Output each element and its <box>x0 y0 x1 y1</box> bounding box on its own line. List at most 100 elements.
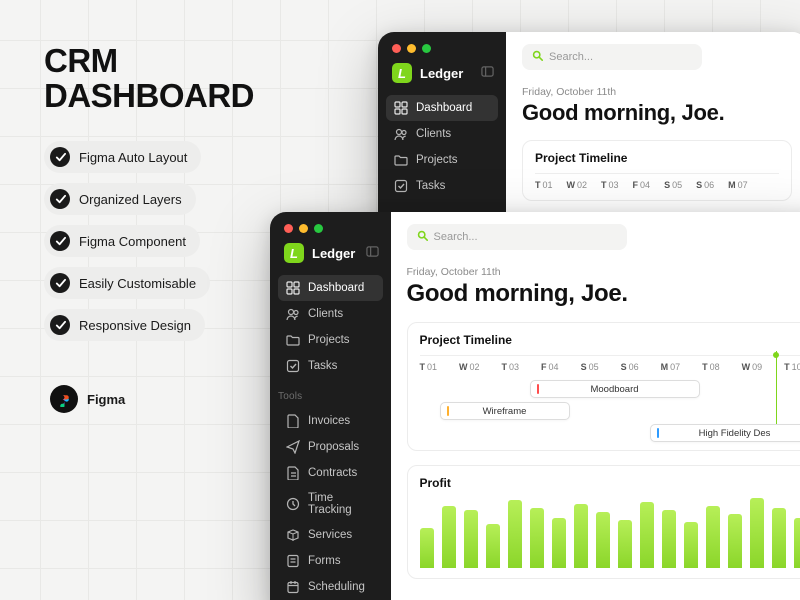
folder-icon <box>394 153 408 167</box>
feature-pill: Responsive Design <box>44 309 205 341</box>
feature-pill: Figma Auto Layout <box>44 141 201 173</box>
profit-bar <box>464 510 478 568</box>
brand-row: L Ledger <box>378 63 506 93</box>
sidebar-item-label: Clients <box>416 128 451 140</box>
sidebar-item-proposals[interactable]: Proposals <box>278 434 383 460</box>
box-icon <box>286 528 300 542</box>
axis-tick: F04 <box>541 362 559 372</box>
date-label: Friday, October 11th <box>522 86 792 98</box>
timeline-title: Project Timeline <box>420 333 800 347</box>
axis-tick: T08 <box>702 362 720 372</box>
check-icon <box>50 273 70 293</box>
sidebar-item-clients[interactable]: Clients <box>386 121 498 147</box>
sidebar-item-dashboard[interactable]: Dashboard <box>386 95 498 121</box>
sidebar-item-projects[interactable]: Projects <box>278 327 383 353</box>
timeline-bar-hifi[interactable]: High Fidelity Des <box>650 424 800 442</box>
profit-bar <box>794 518 800 568</box>
sidebar-item-dashboard[interactable]: Dashboard <box>278 275 383 301</box>
sidebar-item-label: Clients <box>308 308 343 320</box>
sidebar-item-label: Projects <box>416 154 458 166</box>
timeline-bar-moodboard[interactable]: Moodboard <box>530 380 700 398</box>
folder-icon <box>286 333 300 347</box>
promo-title: CRM DASHBOARD <box>44 44 304 113</box>
bar-label: Moodboard <box>590 384 638 395</box>
profit-bar <box>772 508 786 568</box>
axis-tick: W02 <box>459 362 480 372</box>
close-dot[interactable] <box>284 224 293 233</box>
profit-bar <box>684 522 698 568</box>
profit-bar <box>486 524 500 568</box>
users-icon <box>394 127 408 141</box>
promo-title-2: DASHBOARD <box>44 77 254 114</box>
profit-bar <box>574 504 588 568</box>
axis-tick: M07 <box>661 362 681 372</box>
timeline-card: Project Timeline T01W02T03F04S05S06M07T0… <box>407 322 800 451</box>
axis-tick: S05 <box>664 180 682 190</box>
search-placeholder: Search... <box>549 51 593 63</box>
timeline-card: Project Timeline T01W02T03F04S05S06M07 <box>522 140 792 201</box>
profit-bar <box>552 518 566 568</box>
feature-pill: Easily Customisable <box>44 267 210 299</box>
users-icon <box>286 307 300 321</box>
figma-icon <box>50 385 78 413</box>
sidebar-item-label: Time Tracking <box>308 492 375 516</box>
search-placeholder: Search... <box>434 231 478 243</box>
bar-label: Wireframe <box>483 406 527 417</box>
axis-tick: W02 <box>567 180 588 190</box>
panel-toggle-icon[interactable] <box>366 245 379 261</box>
sidebar-item-label: Services <box>308 529 352 541</box>
sidebar-item-forms[interactable]: Forms <box>278 548 383 574</box>
axis-tick: S06 <box>621 362 639 372</box>
feature-label: Easily Customisable <box>79 276 196 291</box>
timeline-bar-wireframe[interactable]: Wireframe <box>440 402 570 420</box>
profit-bar <box>442 506 456 568</box>
axis-tick: T01 <box>535 180 553 190</box>
axis-tick: S06 <box>696 180 714 190</box>
profit-bar <box>618 520 632 568</box>
max-dot[interactable] <box>422 44 431 53</box>
sidebar-item-label: Tasks <box>308 360 337 372</box>
search-input[interactable]: Search... <box>522 44 702 70</box>
sidebar-item-contracts[interactable]: Contracts <box>278 460 383 486</box>
window-controls[interactable] <box>378 32 506 63</box>
sidebar-item-label: Dashboard <box>308 282 364 294</box>
sidebar-item-tasks[interactable]: Tasks <box>386 173 498 199</box>
figma-badge: Figma <box>44 379 139 419</box>
form-icon <box>286 554 300 568</box>
check-icon <box>50 147 70 167</box>
profit-bar <box>750 498 764 568</box>
profit-bar <box>596 512 610 568</box>
bar-marker <box>537 384 539 394</box>
sidebar-item-invoices[interactable]: Invoices <box>278 408 383 434</box>
sidebar-item-time-tracking[interactable]: Time Tracking <box>278 486 383 522</box>
min-dot[interactable] <box>407 44 416 53</box>
min-dot[interactable] <box>299 224 308 233</box>
grid-icon <box>394 101 408 115</box>
window-controls[interactable] <box>270 212 391 243</box>
axis-tick: T01 <box>420 362 438 372</box>
close-dot[interactable] <box>392 44 401 53</box>
feature-label: Responsive Design <box>79 318 191 333</box>
filetext-icon <box>286 466 300 480</box>
max-dot[interactable] <box>314 224 323 233</box>
greeting: Good morning, Joe. <box>407 280 800 308</box>
sidebar-item-projects[interactable]: Projects <box>386 147 498 173</box>
clock-icon <box>286 497 300 511</box>
profit-bar <box>706 506 720 568</box>
sidebar-item-tasks[interactable]: Tasks <box>278 353 383 379</box>
sidebar-item-scheduling[interactable]: Scheduling <box>278 574 383 600</box>
check-icon <box>50 189 70 209</box>
axis-tick: F04 <box>633 180 651 190</box>
brand-name: Ledger <box>420 66 463 81</box>
sidebar-item-label: Projects <box>308 334 350 346</box>
search-icon <box>417 230 428 244</box>
bar-label: High Fidelity Des <box>699 428 771 439</box>
search-input[interactable]: Search... <box>407 224 627 250</box>
sidebar-item-clients[interactable]: Clients <box>278 301 383 327</box>
sidebar-item-label: Forms <box>308 555 341 567</box>
bar-marker <box>447 406 449 416</box>
sidebar-item-label: Scheduling <box>308 581 365 593</box>
panel-toggle-icon[interactable] <box>481 65 494 81</box>
sidebar-item-services[interactable]: Services <box>278 522 383 548</box>
feature-label: Figma Component <box>79 234 186 249</box>
